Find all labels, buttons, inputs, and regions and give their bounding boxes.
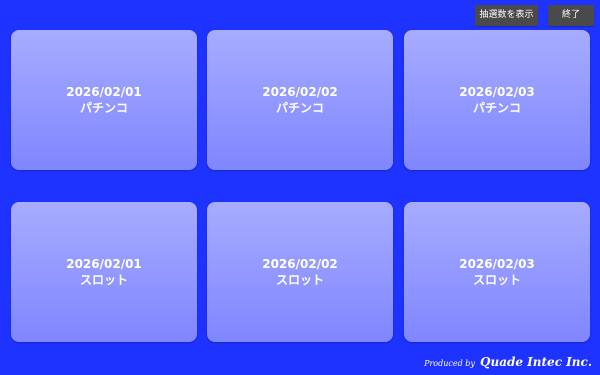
card-slot-0201[interactable]: 2026/02/01 スロット — [11, 202, 197, 342]
card-date: 2026/02/01 — [66, 85, 142, 99]
card-slot-0203[interactable]: 2026/02/03 スロット — [404, 202, 590, 342]
card-date: 2026/02/02 — [262, 85, 338, 99]
company-name: Quade Intec Inc. — [480, 355, 592, 369]
card-pachinko-0202[interactable]: 2026/02/02 パチンコ — [207, 30, 393, 170]
card-date: 2026/02/02 — [262, 257, 338, 271]
card-label: パチンコ — [79, 101, 128, 115]
card-slot-0202[interactable]: 2026/02/02 スロット — [207, 202, 393, 342]
card-label: パチンコ — [472, 101, 521, 115]
card-grid: 2026/02/01 パチンコ 2026/02/02 パチンコ 2026/02/… — [0, 0, 600, 375]
card-label: スロット — [79, 273, 128, 287]
card-pachinko-0201[interactable]: 2026/02/01 パチンコ — [11, 30, 197, 170]
card-label: パチンコ — [275, 101, 324, 115]
card-pachinko-0203[interactable]: 2026/02/03 パチンコ — [404, 30, 590, 170]
card-date: 2026/02/01 — [66, 257, 142, 271]
card-label: スロット — [275, 273, 324, 287]
card-date: 2026/02/03 — [459, 85, 535, 99]
footer-credit: Produced by Quade Intec Inc. — [424, 351, 592, 370]
produced-by-text: Produced by — [424, 359, 475, 368]
card-label: スロット — [472, 273, 521, 287]
card-date: 2026/02/03 — [459, 257, 535, 271]
